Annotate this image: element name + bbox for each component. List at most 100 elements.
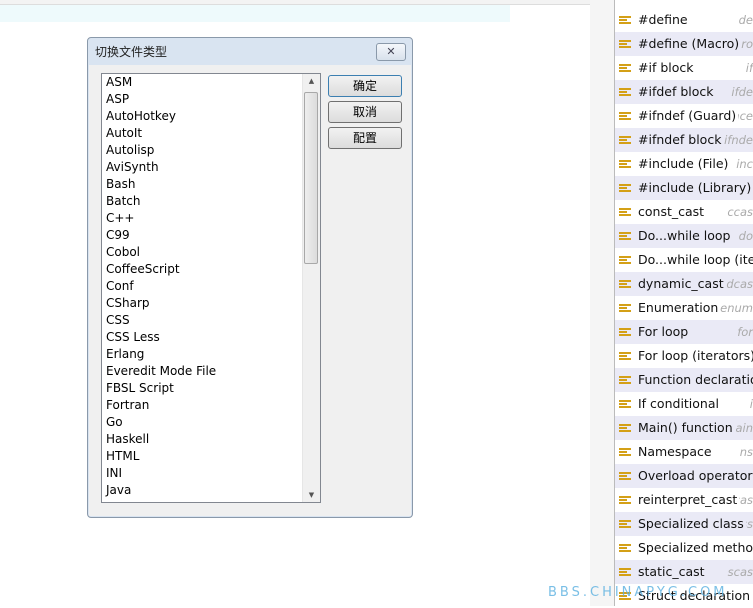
snippet-row[interactable]: scas static_cast [615, 560, 753, 584]
snippet-row[interactable]: for For loop [615, 320, 753, 344]
switch-filetype-dialog: 切换文件类型 ✕ ASM ASP AutoHotkey AutoIt Autolisp A… [87, 37, 413, 518]
snippet-row[interactable]: ifnde #ifndef block [615, 128, 753, 152]
current-line-highlight [0, 5, 510, 22]
snippet-label: reinterpret_cast [638, 488, 740, 512]
snippet-label: #define (Macro) [638, 32, 742, 56]
list-item[interactable]: Haskell [102, 431, 320, 448]
snippet-row[interactable]: rcas reinterpret_cast [615, 488, 753, 512]
list-item[interactable]: FBSL Script [102, 380, 320, 397]
snippet-row[interactable]: acro#define (Macro) [615, 32, 753, 56]
snippet-shortcut: ns [739, 445, 753, 459]
snippet-icon [619, 328, 631, 336]
snippet-row[interactable]: de #define [615, 8, 753, 32]
scroll-up-icon[interactable]: ▲ [303, 77, 320, 85]
snippet-label: #include (File) [638, 152, 731, 176]
list-item[interactable]: C++ [102, 210, 320, 227]
snippet-panel: de#defineacro#define (Macro)if#if blocki… [615, 8, 753, 608]
snippet-shortcut: inc [736, 157, 753, 171]
snippet-label: #ifndef (Guard) [638, 104, 739, 128]
snippet-row[interactable]: once #ifndef (Guard) [615, 104, 753, 128]
snippet-icon [619, 256, 631, 264]
ok-button[interactable]: 确定 [328, 75, 402, 97]
snippet-icon [619, 448, 631, 456]
list-item[interactable]: Everedit Mode File [102, 363, 320, 380]
snippet-row[interactable]: Specialized method [615, 536, 753, 560]
snippet-label: For loop (iterators) [638, 344, 753, 368]
snippet-row[interactable]: Do...while loop (itera [615, 248, 753, 272]
snippet-icon [619, 280, 631, 288]
snippet-label: If conditional [638, 392, 721, 416]
snippet-label: Enumeration [638, 296, 721, 320]
list-scrollbar[interactable]: ▲ ▼ [302, 74, 320, 502]
scroll-thumb[interactable] [304, 92, 318, 264]
list-item[interactable]: Java [102, 482, 320, 499]
list-item[interactable]: Cobol [102, 244, 320, 261]
list-item[interactable]: Batch [102, 193, 320, 210]
snippet-row[interactable]: Overload operator [615, 464, 753, 488]
snippet-icon [619, 568, 631, 576]
snippet-row[interactable]: do Do...while loop [615, 224, 753, 248]
snippet-row[interactable]: enum Enumeration [615, 296, 753, 320]
list-item[interactable]: Autolisp [102, 142, 320, 159]
list-item[interactable]: Bash [102, 176, 320, 193]
snippet-shortcut: ifnde [724, 133, 753, 147]
snippet-label: #define [638, 8, 690, 32]
snippet-icon [619, 88, 631, 96]
snippet-row[interactable]: ns Namespace [615, 440, 753, 464]
list-item[interactable]: ASP [102, 91, 320, 108]
list-item[interactable]: CSS Less [102, 329, 320, 346]
snippet-row[interactable]: For loop (iterators) [615, 344, 753, 368]
snippet-label: For loop [638, 320, 691, 344]
list-item[interactable]: Go [102, 414, 320, 431]
snippet-shortcut: de [738, 13, 753, 27]
snippet-row[interactable]: i If conditional [615, 392, 753, 416]
snippet-icon [619, 232, 631, 240]
snippet-row[interactable]: inc #include (File) [615, 152, 753, 176]
list-item[interactable]: CoffeeScript [102, 261, 320, 278]
snippet-label: const_cast [638, 200, 707, 224]
snippet-row[interactable]: assSpecialized class [615, 512, 753, 536]
snippet-icon [619, 40, 631, 48]
snippet-row[interactable]: ccas const_cast [615, 200, 753, 224]
snippet-label: #ifndef block [638, 128, 724, 152]
snippet-icon [619, 136, 631, 144]
list-item[interactable]: Fortran [102, 397, 320, 414]
snippet-row[interactable]: ifde #ifdef block [615, 80, 753, 104]
snippet-shortcut: do [738, 229, 753, 243]
snippet-row[interactable]: inc#include (Library) [615, 176, 753, 200]
snippet-row[interactable]: if #if block [615, 56, 753, 80]
snippet-icon [619, 424, 631, 432]
snippet-icon [619, 544, 631, 552]
list-item[interactable]: CSS [102, 312, 320, 329]
filetype-list[interactable]: ASM ASP AutoHotkey AutoIt Autolisp AviSynth Ba… [101, 73, 321, 503]
snippet-shortcut: for [737, 325, 753, 339]
list-item[interactable]: AutoIt [102, 125, 320, 142]
list-item[interactable]: HTML [102, 448, 320, 465]
list-item[interactable]: AutoHotkey [102, 108, 320, 125]
snippet-shortcut: if [745, 61, 753, 75]
list-item[interactable]: Conf [102, 278, 320, 295]
list-item[interactable]: C99 [102, 227, 320, 244]
cancel-button[interactable]: 取消 [328, 101, 402, 123]
snippet-label: Do...while loop [638, 224, 733, 248]
list-item[interactable]: ASM [102, 74, 320, 91]
snippet-label: Specialized method [638, 536, 753, 560]
snippet-icon [619, 472, 631, 480]
list-item[interactable]: INI [102, 465, 320, 482]
list-item[interactable]: AviSynth [102, 159, 320, 176]
list-item[interactable]: CSharp [102, 295, 320, 312]
list-item[interactable]: Erlang [102, 346, 320, 363]
close-button[interactable]: ✕ [376, 43, 406, 61]
snippet-row[interactable]: main Main() function [615, 416, 753, 440]
snippet-label: Overload operator [638, 464, 753, 488]
snippet-label: Main() function [638, 416, 735, 440]
snippet-label: dynamic_cast [638, 272, 726, 296]
snippet-icon [619, 520, 631, 528]
snippet-row[interactable]: Function declaration [615, 368, 753, 392]
scroll-down-icon[interactable]: ▼ [303, 491, 320, 499]
snippet-row[interactable]: dcas dynamic_cast [615, 272, 753, 296]
snippet-label: Function declaration [638, 368, 753, 392]
snippet-shortcut: scas [727, 565, 753, 579]
config-button[interactable]: 配置 [328, 127, 402, 149]
snippet-shortcut: ccas [727, 205, 753, 219]
